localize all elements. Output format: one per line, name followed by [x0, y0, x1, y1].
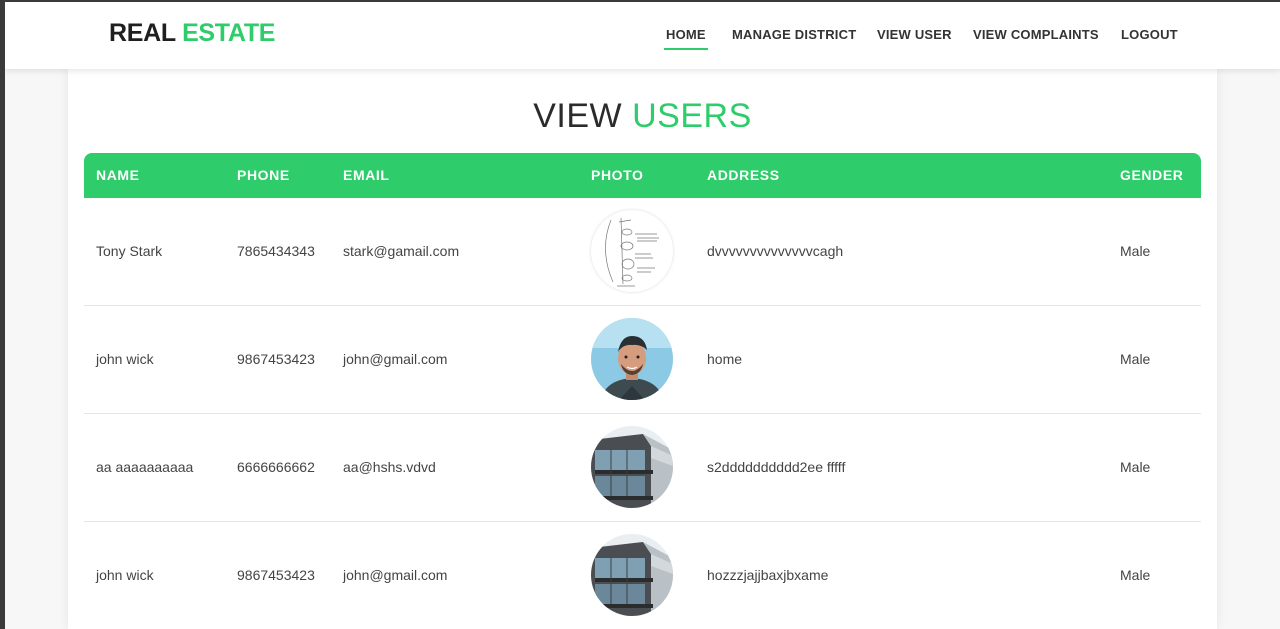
- nav-view-complaints[interactable]: VIEW COMPLAINTS: [973, 27, 1099, 42]
- users-table: NAME PHONE EMAIL PHOTO ADDRESS GENDER To…: [84, 153, 1201, 629]
- user-photo-building: [591, 426, 673, 508]
- header-gender: GENDER: [1120, 167, 1184, 183]
- brand-logo[interactable]: REAL ESTATE: [109, 19, 275, 48]
- cell-phone: 9867453423: [237, 567, 315, 583]
- user-photo-sketch: [591, 210, 673, 292]
- cell-address: home: [707, 351, 743, 367]
- browser-window: REAL ESTATE HOME MANAGE DISTRICT VIEW US…: [5, 2, 1280, 629]
- cell-phone: 9867453423: [237, 351, 315, 367]
- table-row: Tony Stark 7865434343 stark@gamail.com d…: [84, 198, 1201, 306]
- header-address: ADDRESS: [707, 167, 780, 183]
- cell-email: aa@hshs.vdvd: [343, 459, 436, 475]
- main-content: VIEW USERS NAME PHONE EMAIL PHOTO ADDRES…: [68, 69, 1217, 629]
- user-photo-portrait: [591, 318, 673, 400]
- nav-home[interactable]: HOME: [664, 27, 708, 50]
- page-title-view: VIEW: [533, 97, 623, 135]
- header-email: EMAIL: [343, 167, 390, 183]
- cell-phone: 7865434343: [237, 243, 315, 259]
- table-row: john wick 9867453423 john@gmail.com: [84, 522, 1201, 629]
- header-phone: PHONE: [237, 167, 290, 183]
- nav-manage-district[interactable]: MANAGE DISTRICT: [732, 27, 856, 42]
- top-navbar: REAL ESTATE HOME MANAGE DISTRICT VIEW US…: [5, 2, 1280, 69]
- cell-address: dvvvvvvvvvvvvvvcagh: [707, 243, 844, 259]
- header-name: NAME: [96, 167, 140, 183]
- cell-gender: Male: [1120, 243, 1151, 259]
- brand-text-estate: ESTATE: [182, 19, 276, 47]
- cell-name: john wick: [96, 567, 154, 583]
- cell-name: Tony Stark: [96, 243, 163, 259]
- cell-name: aa aaaaaaaaaa: [96, 459, 194, 475]
- cell-name: john wick: [96, 351, 154, 367]
- cell-address: s2dddddddddd2ee fffff: [707, 459, 846, 475]
- cell-gender: Male: [1120, 567, 1151, 583]
- table-row: john wick 9867453423 john@gmail.com: [84, 306, 1201, 414]
- table-row: aa aaaaaaaaaa 6666666662 aa@hshs.vdvd s2…: [84, 414, 1201, 522]
- nav-view-user[interactable]: VIEW USER: [877, 27, 952, 42]
- user-photo-building: [591, 534, 673, 616]
- cell-email: john@gmail.com: [343, 567, 448, 583]
- cell-gender: Male: [1120, 351, 1151, 367]
- cell-address: hozzzjajjbaxjbxame: [707, 567, 829, 583]
- cell-phone: 6666666662: [237, 459, 315, 475]
- nav-logout[interactable]: LOGOUT: [1121, 27, 1178, 42]
- page-title-users: USERS: [632, 97, 752, 135]
- header-photo: PHOTO: [591, 167, 644, 183]
- brand-text-real: REAL: [109, 19, 176, 47]
- cell-gender: Male: [1120, 459, 1151, 475]
- cell-email: stark@gamail.com: [343, 243, 460, 259]
- table-header: NAME PHONE EMAIL PHOTO ADDRESS GENDER: [84, 153, 1201, 198]
- cell-email: john@gmail.com: [343, 351, 448, 367]
- page-title: VIEW USERS: [68, 97, 1217, 136]
